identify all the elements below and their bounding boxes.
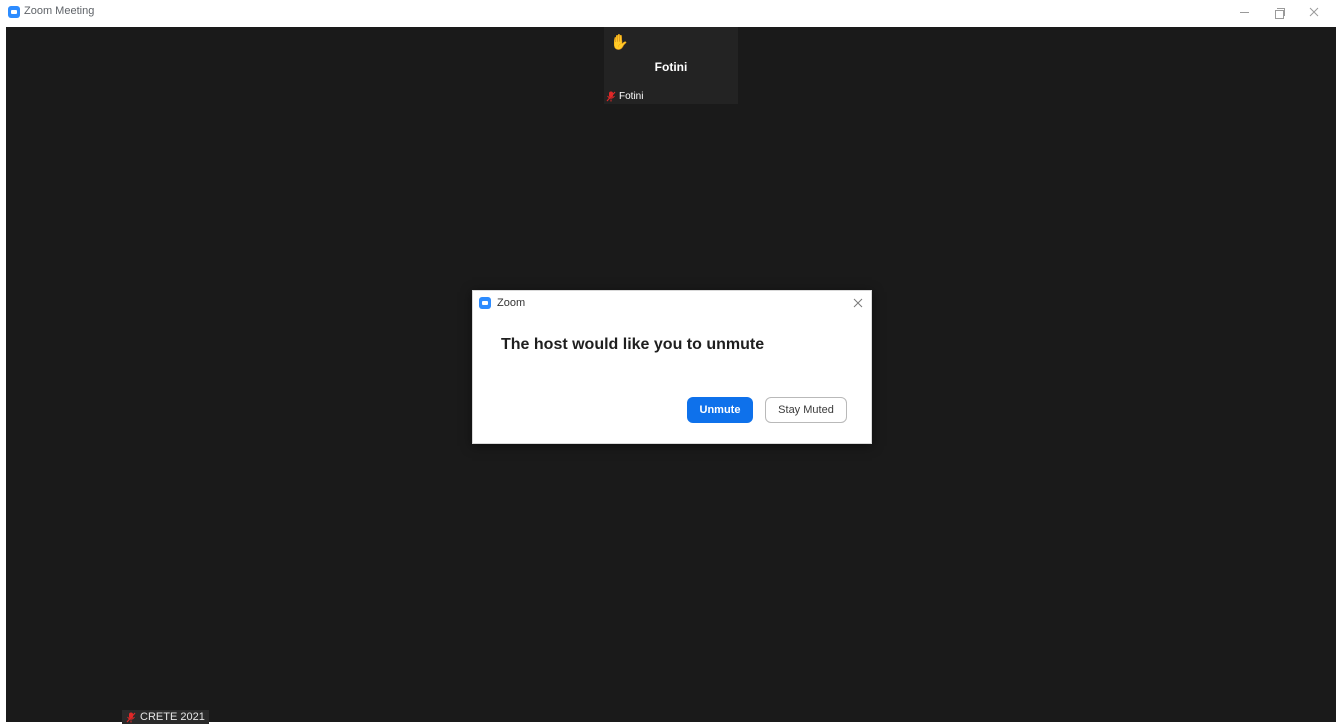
zoom-logo-icon bbox=[479, 297, 491, 309]
dialog-close-button[interactable] bbox=[851, 296, 865, 310]
window-title: Zoom Meeting bbox=[24, 5, 95, 17]
raised-hand-icon: ✋ bbox=[610, 34, 629, 51]
participant-name-label: Fotini bbox=[619, 90, 644, 102]
dialog-title: Zoom bbox=[497, 297, 526, 309]
unmute-request-dialog: Zoom The host would like you to unmute U… bbox=[472, 290, 872, 444]
participant-name-tag: Fotini bbox=[606, 89, 643, 103]
mic-muted-icon bbox=[126, 712, 136, 723]
restore-icon bbox=[1274, 7, 1285, 19]
window-title-bar: Zoom Meeting bbox=[0, 0, 1342, 27]
unmute-button[interactable]: Unmute bbox=[687, 397, 753, 423]
minimize-button[interactable] bbox=[1233, 3, 1255, 21]
minimize-icon bbox=[1239, 11, 1249, 13]
self-name-label: CRETE 2021 bbox=[140, 711, 205, 723]
close-icon bbox=[853, 298, 863, 308]
stay-muted-button[interactable]: Stay Muted bbox=[765, 397, 847, 423]
restore-button[interactable] bbox=[1268, 3, 1290, 21]
participant-tile[interactable]: ✋ Fotini Fotini bbox=[604, 27, 738, 104]
dialog-message: The host would like you to unmute bbox=[501, 336, 765, 353]
close-window-button[interactable] bbox=[1303, 3, 1325, 21]
participant-display-name: Fotini bbox=[654, 60, 688, 74]
mic-muted-icon bbox=[606, 91, 616, 102]
close-icon bbox=[1309, 7, 1319, 17]
zoom-logo-icon bbox=[8, 6, 20, 18]
